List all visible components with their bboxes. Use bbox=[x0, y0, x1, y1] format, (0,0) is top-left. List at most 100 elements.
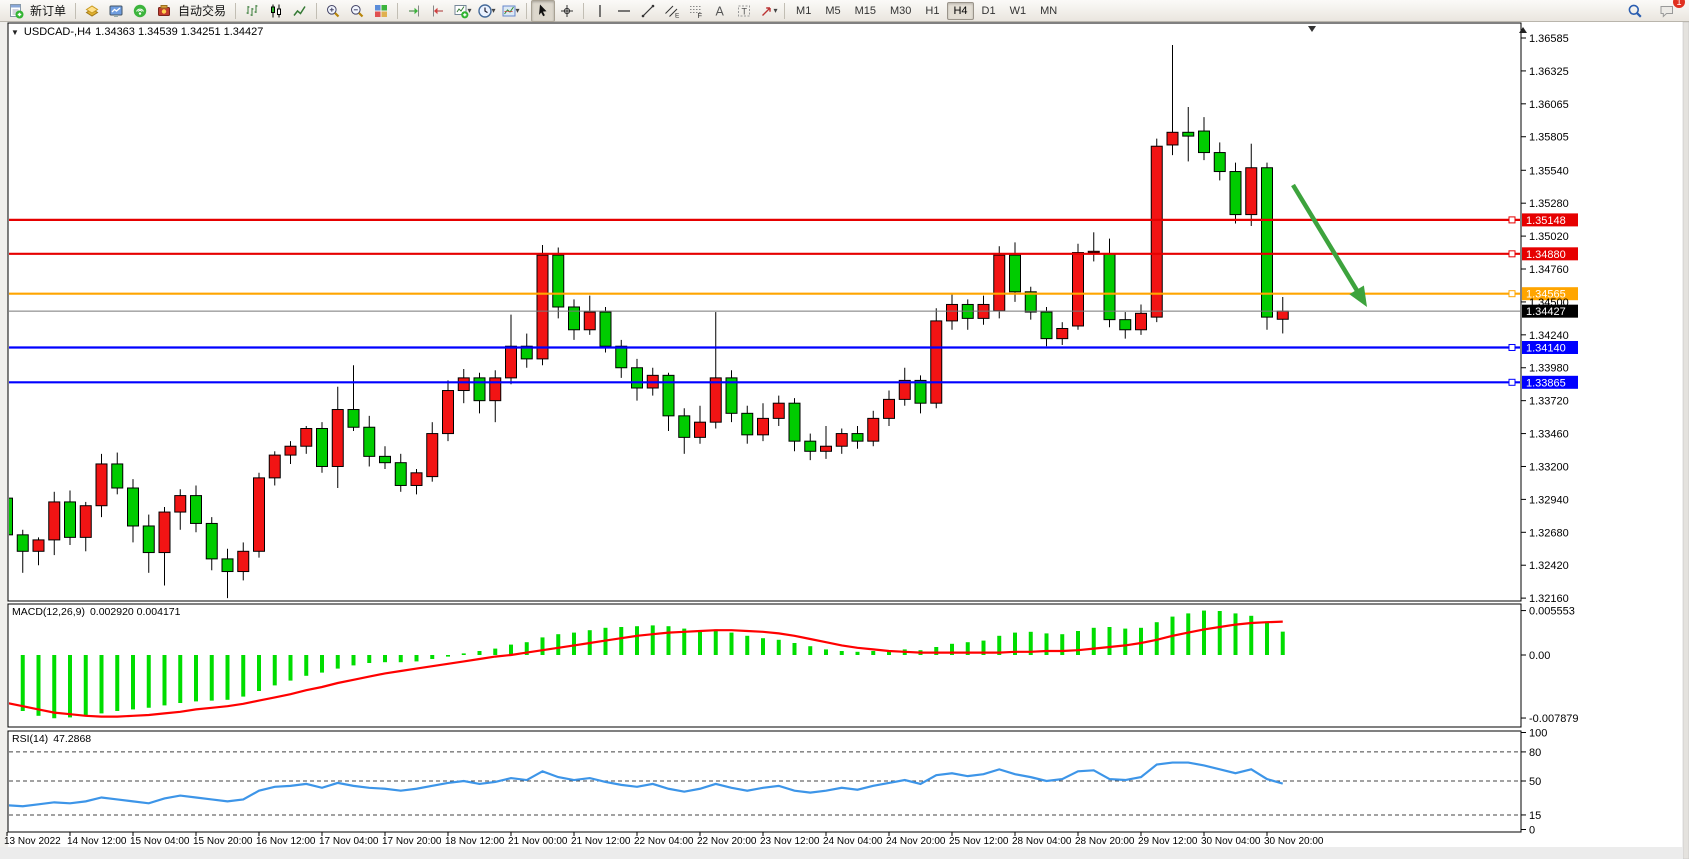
rsi-axis-label: 100 bbox=[1529, 728, 1547, 740]
timeframe-m15-button[interactable]: M15 bbox=[849, 2, 882, 20]
zoom-out-button[interactable] bbox=[345, 0, 369, 22]
tile-windows-button[interactable] bbox=[369, 0, 393, 22]
chevron-down-icon: ▾ bbox=[516, 6, 520, 15]
candle-body bbox=[600, 312, 611, 346]
vertical-line-button[interactable] bbox=[588, 0, 612, 22]
price-tick-label: 1.34760 bbox=[1529, 264, 1569, 276]
zoom-in-icon bbox=[325, 3, 341, 19]
toolbar-right-icons: 1 bbox=[1623, 0, 1689, 22]
timeframe-d1-button[interactable]: D1 bbox=[976, 2, 1002, 20]
level-line-handle[interactable] bbox=[1509, 379, 1515, 385]
chevron-down-icon[interactable]: ▼ bbox=[11, 28, 19, 37]
auto-scroll-button[interactable] bbox=[402, 0, 426, 22]
toolbar-separator bbox=[526, 3, 527, 19]
level-price-text: 1.34880 bbox=[1526, 249, 1566, 261]
timeframe-w1-button[interactable]: W1 bbox=[1004, 2, 1033, 20]
candle-body bbox=[1214, 153, 1225, 172]
level-price-text: 1.34140 bbox=[1526, 342, 1566, 354]
candlestick-chart-button[interactable] bbox=[264, 0, 288, 22]
chat-button[interactable]: 1 bbox=[1655, 0, 1679, 22]
equidistant-channel-button[interactable]: E bbox=[660, 0, 684, 22]
timeframe-m5-button[interactable]: M5 bbox=[819, 2, 846, 20]
terminal-button[interactable] bbox=[104, 0, 128, 22]
candle-body bbox=[710, 378, 721, 422]
level-price-text: 1.33865 bbox=[1526, 377, 1566, 389]
autotrading-button[interactable] bbox=[152, 0, 176, 22]
rsi-value: 47.2868 bbox=[53, 733, 91, 745]
price-tick-label: 1.34240 bbox=[1529, 330, 1569, 342]
new-order-icon bbox=[8, 3, 24, 19]
text-label-button[interactable]: T bbox=[732, 0, 756, 22]
time-tick-label: 14 Nov 12:00 bbox=[67, 836, 127, 847]
candle-body bbox=[821, 446, 832, 451]
timeframe-m30-button[interactable]: M30 bbox=[884, 2, 917, 20]
candle-body bbox=[80, 506, 91, 538]
svg-text:E: E bbox=[675, 12, 680, 19]
trendline-button[interactable] bbox=[636, 0, 660, 22]
autotrading-icon bbox=[156, 3, 172, 19]
candle-body bbox=[128, 488, 139, 526]
signals-button[interactable] bbox=[128, 0, 152, 22]
candle-body bbox=[584, 312, 595, 330]
candle-body bbox=[758, 418, 769, 434]
candle-body bbox=[915, 380, 926, 403]
bar-chart-button[interactable] bbox=[240, 0, 264, 22]
new-order-button[interactable] bbox=[4, 0, 28, 22]
cursor-icon bbox=[535, 3, 551, 19]
timeframe-mn-button[interactable]: MN bbox=[1034, 2, 1063, 20]
arrows-button[interactable]: ▾ bbox=[756, 0, 780, 22]
candle-body bbox=[191, 496, 202, 524]
zoom-in-button[interactable] bbox=[321, 0, 345, 22]
text-button[interactable]: A bbox=[708, 0, 732, 22]
text-icon: A bbox=[712, 3, 728, 19]
time-tick-label: 17 Nov 04:00 bbox=[319, 836, 379, 847]
template-button[interactable]: ▾ bbox=[498, 0, 522, 22]
toolbar-separator bbox=[235, 3, 236, 19]
time-tick-label: 16 Nov 12:00 bbox=[256, 836, 316, 847]
toolbar-separator bbox=[316, 3, 317, 19]
level-line-handle[interactable] bbox=[1509, 291, 1515, 297]
horizontal-line-button[interactable] bbox=[612, 0, 636, 22]
autotrading-button-label[interactable]: 自动交易 bbox=[178, 2, 226, 19]
level-line-handle[interactable] bbox=[1509, 217, 1515, 223]
candle-body bbox=[285, 446, 296, 455]
time-tick-label: 28 Nov 04:00 bbox=[1012, 836, 1072, 847]
time-tick-label: 28 Nov 20:00 bbox=[1075, 836, 1135, 847]
chart-shift-button[interactable] bbox=[426, 0, 450, 22]
trendline-icon bbox=[640, 3, 656, 19]
macd-pane bbox=[8, 604, 1521, 727]
candle-body bbox=[537, 255, 548, 359]
timeframe-h4-button[interactable]: H4 bbox=[947, 2, 973, 20]
fibonacci-button[interactable]: F bbox=[684, 0, 708, 22]
candle-body bbox=[616, 346, 627, 368]
text-label-icon: T bbox=[736, 3, 752, 19]
candle-body bbox=[884, 399, 895, 418]
search-button[interactable] bbox=[1623, 0, 1647, 22]
cursor-button[interactable] bbox=[531, 0, 555, 22]
crosshair-button[interactable] bbox=[555, 0, 579, 22]
level-line-handle[interactable] bbox=[1509, 344, 1515, 350]
arrows-icon bbox=[759, 3, 775, 19]
candle-body bbox=[1246, 168, 1257, 215]
equidistant-channel-icon: E bbox=[664, 3, 680, 19]
timeframe-h1-button[interactable]: H1 bbox=[919, 2, 945, 20]
period-button[interactable]: ▾ bbox=[474, 0, 498, 22]
timeframe-m1-button[interactable]: M1 bbox=[790, 2, 817, 20]
new-chart-button[interactable]: ▾ bbox=[450, 0, 474, 22]
template-icon bbox=[501, 3, 517, 19]
symbol-period-label: USDCAD-,H4 bbox=[24, 26, 91, 38]
macd-values: 0.002920 0.004171 bbox=[90, 606, 181, 618]
market-button[interactable] bbox=[80, 0, 104, 22]
line-chart-button[interactable] bbox=[288, 0, 312, 22]
period-icon bbox=[477, 3, 493, 19]
candle-body bbox=[301, 429, 312, 447]
chart-canvas[interactable]: 1.351481.348801.345651.341401.338651.344… bbox=[0, 0, 1689, 859]
new-order-button-label[interactable]: 新订单 bbox=[30, 2, 66, 19]
price-tick-label: 1.33980 bbox=[1529, 363, 1569, 375]
fibonacci-icon: F bbox=[688, 3, 704, 19]
candle-body bbox=[868, 418, 879, 441]
level-line-handle[interactable] bbox=[1509, 251, 1515, 257]
line-chart-icon bbox=[292, 3, 308, 19]
time-tick-label: 22 Nov 20:00 bbox=[697, 836, 757, 847]
candle-body bbox=[112, 464, 123, 488]
